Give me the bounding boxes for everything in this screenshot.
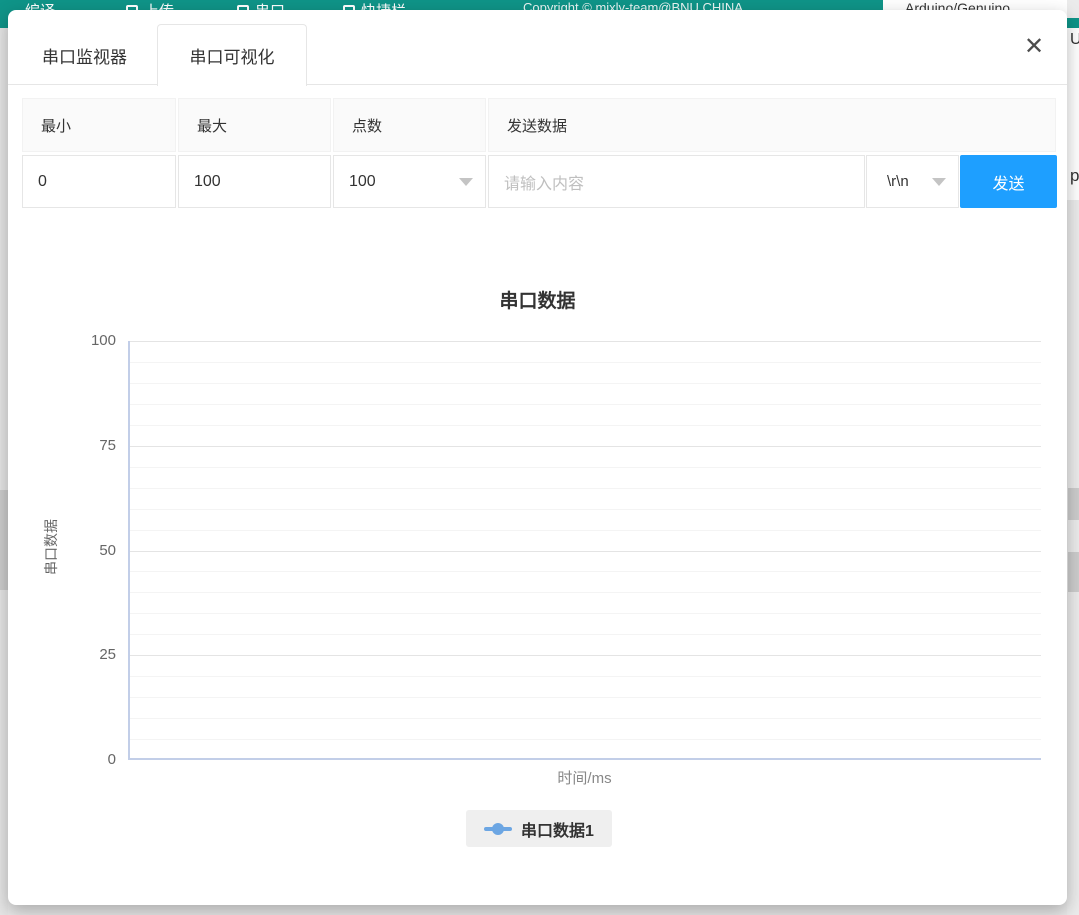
serial-dialog: 串口监视器 串口可视化 ✕ 最小 最大 点数 发送数据 0 100 100 请输… [8, 10, 1067, 905]
y-tick-label: 0 [68, 751, 116, 768]
gridline [130, 655, 1041, 656]
gridline [130, 718, 1041, 719]
gridline [130, 467, 1041, 468]
gridline [130, 551, 1041, 552]
line-series-icon [484, 823, 512, 835]
header-send-data: 发送数据 [488, 98, 1056, 152]
background-edge-left [0, 28, 8, 915]
background-edge: U p [1067, 28, 1079, 200]
gridline [130, 383, 1041, 384]
clipped-text-u: U [1070, 31, 1079, 49]
scrollbar-thumb[interactable] [0, 490, 8, 590]
chevron-down-icon [932, 178, 946, 186]
gridline [130, 697, 1041, 698]
gridline [130, 634, 1041, 635]
line-ending-select[interactable]: \r\n [866, 155, 959, 208]
close-icon[interactable]: ✕ [1016, 28, 1052, 64]
header-max: 最大 [178, 98, 331, 152]
y-axis-label: 串口数据 [41, 487, 59, 607]
scrollbar-thumb[interactable] [1068, 552, 1079, 592]
y-tick-label: 100 [68, 332, 116, 349]
send-button[interactable]: 发送 [960, 155, 1057, 208]
y-tick-label: 75 [68, 437, 116, 454]
y-tick-label: 25 [68, 646, 116, 663]
tab-serial-monitor[interactable]: 串口监视器 [12, 24, 157, 86]
min-input[interactable]: 0 [22, 155, 176, 208]
gridline [130, 341, 1041, 342]
message-input[interactable]: 请输入内容 [488, 155, 865, 208]
gridline [130, 739, 1041, 740]
gridline [130, 613, 1041, 614]
background-corner [1067, 0, 1079, 18]
plot-area [128, 341, 1041, 760]
gridline [130, 530, 1041, 531]
header-min: 最小 [22, 98, 176, 152]
gridline [130, 571, 1041, 572]
legend-item[interactable]: 串口数据1 [466, 810, 612, 847]
chevron-down-icon [459, 178, 473, 186]
line-ending-value: \r\n [887, 173, 909, 190]
gridline [130, 509, 1041, 510]
max-input[interactable]: 100 [178, 155, 331, 208]
gridline [130, 676, 1041, 677]
gridline [130, 446, 1041, 447]
tab-serial-visualization[interactable]: 串口可视化 [157, 24, 307, 86]
gridline [130, 425, 1041, 426]
y-tick-label: 50 [68, 542, 116, 559]
clipped-text-p: p [1070, 166, 1079, 186]
header-points: 点数 [333, 98, 486, 152]
chart-title: 串口数据 [8, 286, 1067, 313]
points-select[interactable]: 100 [333, 155, 486, 208]
gridline [130, 488, 1041, 489]
points-value: 100 [349, 173, 376, 191]
x-axis-label: 时间/ms [128, 767, 1041, 788]
scrollbar-thumb[interactable] [1068, 488, 1079, 520]
gridline [130, 592, 1041, 593]
tab-bar: 串口监视器 串口可视化 ✕ [8, 10, 1067, 85]
gridline [130, 404, 1041, 405]
legend-label: 串口数据1 [521, 817, 594, 841]
gridline [130, 362, 1041, 363]
